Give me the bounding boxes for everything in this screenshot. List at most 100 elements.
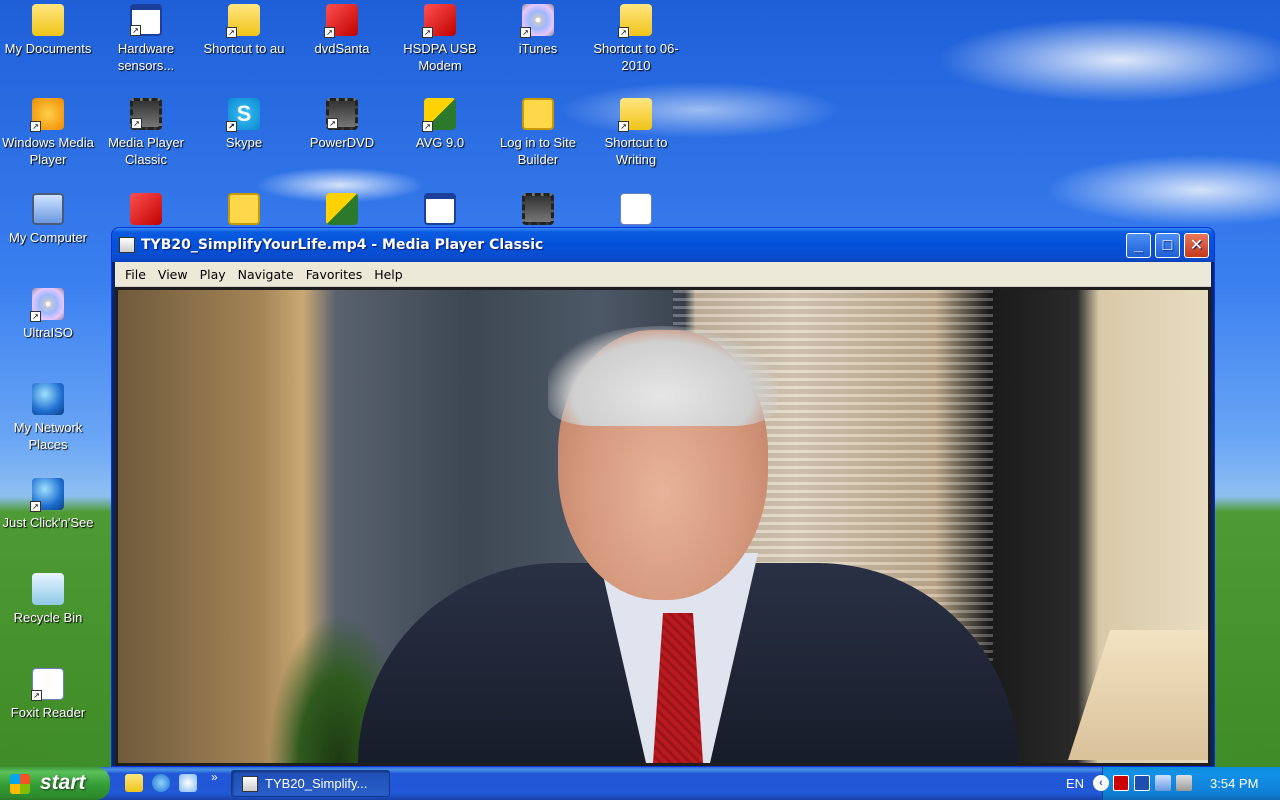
desktop-icon-window-app[interactable] (392, 193, 488, 229)
desktop-icon-just-click-n-see[interactable]: ↗ Just Click'n'See (0, 478, 96, 531)
satellite-icon: ↗ (30, 478, 64, 512)
desktop-icon-label: Shortcut to Writing (604, 135, 668, 167)
desktop-icon-scheduler[interactable] (196, 193, 292, 229)
internet-explorer-icon[interactable] (152, 774, 170, 792)
close-button[interactable]: ✕ (1184, 233, 1209, 258)
desktop-icon-label: My Network Places (13, 420, 83, 452)
clock-icon (228, 193, 260, 225)
desktop-icon-itunes[interactable]: ↗ iTunes (490, 4, 586, 57)
media-player-icon: ↗ (30, 98, 64, 132)
desktop-icon-hsdpa-usb-modem[interactable]: ↗ HSDPA USB Modem (392, 4, 488, 74)
menu-bar: File View Play Navigate Favorites Help (115, 262, 1211, 287)
desktop-icon-label: PowerDVD (309, 135, 375, 150)
menu-favorites[interactable]: Favorites (300, 267, 368, 282)
close-icon: ✕ (1189, 237, 1204, 254)
desktop-icon-label: Just Click'n'See (2, 515, 94, 530)
desktop-icon-label: iTunes (518, 41, 558, 56)
tray-app-icon[interactable] (1134, 775, 1150, 791)
window-titlebar[interactable]: TYB20_SimplifyYourLife.mp4 - Media Playe… (112, 228, 1214, 262)
menu-play[interactable]: Play (194, 267, 232, 282)
film-reel-icon (522, 193, 554, 225)
menu-navigate[interactable]: Navigate (232, 267, 300, 282)
shortcut-arrow-icon: ↗ (30, 311, 41, 322)
desktop-icon-recycle-bin[interactable]: Recycle Bin (0, 573, 96, 626)
desktop-icon-label: dvdSanta (314, 41, 370, 56)
foxit-icon: ↗ (31, 668, 64, 701)
shortcut-arrow-icon: ↗ (422, 121, 433, 132)
application-window-icon: ↗ (130, 4, 162, 36)
volume-icon[interactable] (1176, 775, 1192, 791)
desktop-icon-my-network-places[interactable]: My Network Places (0, 383, 96, 453)
desktop-icon-label: HSDPA USB Modem (403, 41, 477, 73)
word-document-icon (620, 193, 652, 225)
show-desktop-icon[interactable] (125, 774, 143, 792)
desktop-icon-label: Shortcut to au (203, 41, 285, 56)
desktop-icon-skype[interactable]: S ↗ Skype (196, 98, 292, 151)
maximize-icon: □ (1162, 237, 1173, 254)
film-clapper-icon[interactable] (119, 237, 135, 253)
menu-help[interactable]: Help (368, 267, 409, 282)
desktop-icon-shortcut-to-au[interactable]: ↗ Shortcut to au (196, 4, 292, 57)
desktop-icon-my-documents[interactable]: My Documents (0, 4, 96, 57)
desktop-icon-label: Shortcut to 06-2010 (593, 41, 679, 73)
speaker-hair (548, 326, 778, 426)
desktop-icon-shortcut-to-writing[interactable]: ↗ Shortcut to Writing (588, 98, 684, 168)
shortcut-arrow-icon: ↗ (618, 121, 629, 132)
desktop-icon-foxit-reader[interactable]: ↗ Foxit Reader (0, 668, 96, 721)
quick-launch-more-icon[interactable]: » (211, 770, 218, 784)
clock[interactable]: 3:54 PM (1210, 776, 1258, 791)
skype-icon: S ↗ (226, 98, 260, 132)
lamp (1068, 630, 1208, 760)
desktop-icon-avg[interactable]: ↗ AVG 9.0 (392, 98, 488, 151)
avg-icon: ↗ (422, 98, 456, 132)
windows-logo-icon (10, 774, 30, 794)
desktop-icon-windows-media-player[interactable]: ↗ Windows Media Player (0, 98, 96, 168)
computer-icon (32, 193, 64, 225)
media-player-quicklaunch-icon[interactable] (179, 774, 197, 792)
shortcut-arrow-icon: ↗ (130, 25, 141, 36)
video-frame (118, 290, 1208, 763)
desktop-icon-video-app[interactable] (490, 193, 586, 229)
desktop-icon-log-in-to-site-builder[interactable]: Log in to Site Builder (490, 98, 586, 168)
show-hidden-icons-icon[interactable]: ‹ (1093, 775, 1109, 791)
santa-icon: ↗ (324, 4, 358, 38)
disc-icon: ↗ (30, 288, 64, 322)
desktop-icon-ultraiso[interactable]: ↗ UltraISO (0, 288, 96, 341)
maximize-button[interactable]: □ (1155, 233, 1180, 258)
minimize-button[interactable]: _ (1126, 233, 1151, 258)
film-clapper-icon (242, 776, 258, 792)
shortcut-arrow-icon: ↗ (327, 118, 338, 129)
desktop-icon-label: Log in to Site Builder (500, 135, 576, 167)
itunes-icon: ↗ (520, 4, 554, 38)
desktop-icon-flash-app[interactable] (98, 193, 194, 229)
application-window-icon (424, 193, 456, 225)
taskbar-item-media-player-classic[interactable]: TYB20_Simplify... (231, 770, 390, 797)
lightning-icon (130, 193, 162, 225)
desktop-icon-media-player-classic[interactable]: ↗ Media Player Classic (98, 98, 194, 168)
start-button[interactable]: start (0, 767, 110, 800)
desktop-icon-mm-app[interactable] (294, 193, 390, 229)
desktop-icon-word-doc[interactable] (588, 193, 684, 229)
folder-icon (32, 4, 64, 36)
film-clapper-icon: ↗ (130, 98, 162, 130)
menu-file[interactable]: File (119, 267, 152, 282)
desktop-icon-dvdsanta[interactable]: ↗ dvdSanta (294, 4, 390, 57)
desktop-icon-my-computer[interactable]: My Computer (0, 193, 96, 246)
desktop-icon-shortcut-to-06-2010[interactable]: ↗ Shortcut to 06-2010 (588, 4, 684, 74)
tray-app-icon[interactable] (1113, 775, 1129, 791)
menu-view[interactable]: View (152, 267, 194, 282)
video-display[interactable] (115, 287, 1211, 766)
recycle-bin-icon (32, 573, 64, 605)
start-label: start (40, 771, 86, 794)
shortcut-arrow-icon: ↗ (31, 690, 42, 701)
window-title: TYB20_SimplifyYourLife.mp4 - Media Playe… (141, 237, 544, 253)
desktop-icon-label: Windows Media Player (2, 135, 94, 167)
mm-icon (326, 193, 358, 225)
shortcut-arrow-icon: ↗ (30, 501, 41, 512)
media-player-window[interactable]: TYB20_SimplifyYourLife.mp4 - Media Playe… (111, 227, 1215, 767)
desktop-icon-hardware-sensors[interactable]: ↗ Hardware sensors... (98, 4, 194, 74)
folder-icon: ↗ (618, 98, 652, 132)
language-indicator[interactable]: EN (1066, 776, 1084, 791)
network-connection-icon[interactable] (1155, 775, 1171, 791)
desktop-icon-powerdvd[interactable]: ↗ PowerDVD (294, 98, 390, 151)
